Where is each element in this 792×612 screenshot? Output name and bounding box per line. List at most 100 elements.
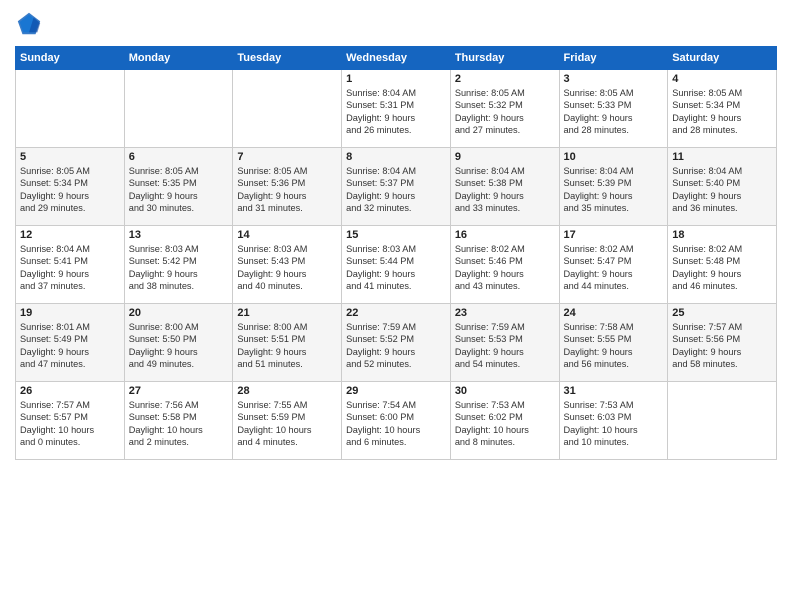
weekday-thursday: Thursday — [450, 47, 559, 70]
day-number: 4 — [672, 73, 772, 85]
weekday-friday: Friday — [559, 47, 668, 70]
day-info: Sunrise: 8:00 AM Sunset: 5:50 PM Dayligh… — [129, 321, 229, 371]
day-cell: 6Sunrise: 8:05 AM Sunset: 5:35 PM Daylig… — [124, 148, 233, 226]
day-cell — [668, 382, 777, 460]
day-info: Sunrise: 7:59 AM Sunset: 5:53 PM Dayligh… — [455, 321, 555, 371]
day-cell: 30 Sunrise: 7:53 AM Sunset: 6:02 PM Dayli… — [450, 382, 559, 460]
day-number: 29 — [346, 385, 446, 397]
day-cell: 4 Sunrise: 8:05 AM Sunset: 5:34 PM Daylig… — [668, 70, 777, 148]
day-cell: 26 Sunrise: 7:57 AM Sunset: 5:57 PM Dayli… — [16, 382, 125, 460]
day-cell: 16Sunrise: 8:02 AM Sunset: 5:46 PM Dayli… — [450, 226, 559, 304]
day-info: Sunrise: 8:04 AM Sunset: 5:31 PM Dayligh… — [346, 87, 446, 137]
day-info: Sunrise: 8:01 AM Sunset: 5:49 PM Dayligh… — [20, 321, 120, 371]
day-number: 23 — [455, 307, 555, 319]
day-number: 5 — [20, 151, 120, 163]
day-cell: 10Sunrise: 8:04 AM Sunset: 5:39 PM Dayli… — [559, 148, 668, 226]
day-info: Sunrise: 8:05 AM Sunset: 5:32 PM Dayligh… — [455, 87, 555, 137]
day-cell — [16, 70, 125, 148]
day-number: 7 — [237, 151, 337, 163]
day-cell: 15 Sunrise: 8:03 AM Sunset: 5:44 PM Dayli… — [342, 226, 451, 304]
day-info: Sunrise: 8:05 AM Sunset: 5:36 PM Dayligh… — [237, 165, 337, 215]
day-cell: 20 Sunrise: 8:00 AM Sunset: 5:50 PM Dayli… — [124, 304, 233, 382]
day-cell: 2 Sunrise: 8:05 AM Sunset: 5:32 PM Daylig… — [450, 70, 559, 148]
day-info: Sunrise: 7:53 AM Sunset: 6:03 PM Dayligh… — [564, 399, 664, 449]
day-info: Sunrise: 8:04 AM Sunset: 5:40 PM Dayligh… — [672, 165, 772, 215]
day-number: 10 — [564, 151, 664, 163]
day-info: Sunrise: 7:54 AM Sunset: 6:00 PM Dayligh… — [346, 399, 446, 449]
day-number: 14 — [237, 229, 337, 241]
calendar: SundayMondayTuesdayWednesdayThursdayFrid… — [15, 46, 777, 460]
day-info: Sunrise: 8:05 AM Sunset: 5:33 PM Dayligh… — [564, 87, 664, 137]
day-cell: 7 Sunrise: 8:05 AM Sunset: 5:36 PM Daylig… — [233, 148, 342, 226]
day-info: Sunrise: 8:05 AM Sunset: 5:34 PM Dayligh… — [20, 165, 120, 215]
day-info: Sunrise: 8:02 AM Sunset: 5:47 PM Dayligh… — [564, 243, 664, 293]
day-number: 6 — [129, 151, 229, 163]
day-info: Sunrise: 7:53 AM Sunset: 6:02 PM Dayligh… — [455, 399, 555, 449]
logo — [15, 10, 47, 38]
weekday-saturday: Saturday — [668, 47, 777, 70]
day-number: 26 — [20, 385, 120, 397]
day-number: 11 — [672, 151, 772, 163]
logo-icon — [15, 10, 43, 38]
day-cell: 29 Sunrise: 7:54 AM Sunset: 6:00 PM Dayli… — [342, 382, 451, 460]
day-number: 8 — [346, 151, 446, 163]
day-info: Sunrise: 7:59 AM Sunset: 5:52 PM Dayligh… — [346, 321, 446, 371]
day-info: Sunrise: 8:05 AM Sunset: 5:34 PM Dayligh… — [672, 87, 772, 137]
day-cell: 14Sunrise: 8:03 AM Sunset: 5:43 PM Dayli… — [233, 226, 342, 304]
day-info: Sunrise: 8:04 AM Sunset: 5:37 PM Dayligh… — [346, 165, 446, 215]
day-number: 18 — [672, 229, 772, 241]
day-cell: 13 Sunrise: 8:03 AM Sunset: 5:42 PM Dayli… — [124, 226, 233, 304]
day-cell: 11 Sunrise: 8:04 AM Sunset: 5:40 PM Dayli… — [668, 148, 777, 226]
day-cell — [233, 70, 342, 148]
day-info: Sunrise: 7:57 AM Sunset: 5:56 PM Dayligh… — [672, 321, 772, 371]
weekday-monday: Monday — [124, 47, 233, 70]
day-number: 21 — [237, 307, 337, 319]
header — [15, 10, 777, 38]
day-number: 27 — [129, 385, 229, 397]
day-number: 16 — [455, 229, 555, 241]
day-info: Sunrise: 8:04 AM Sunset: 5:38 PM Dayligh… — [455, 165, 555, 215]
day-cell: 23 Sunrise: 7:59 AM Sunset: 5:53 PM Dayli… — [450, 304, 559, 382]
day-cell: 3 Sunrise: 8:05 AM Sunset: 5:33 PM Daylig… — [559, 70, 668, 148]
day-info: Sunrise: 8:00 AM Sunset: 5:51 PM Dayligh… — [237, 321, 337, 371]
day-info: Sunrise: 8:02 AM Sunset: 5:48 PM Dayligh… — [672, 243, 772, 293]
day-cell: 12 Sunrise: 8:04 AM Sunset: 5:41 PM Dayli… — [16, 226, 125, 304]
week-row-2: 5 Sunrise: 8:05 AM Sunset: 5:34 PM Daylig… — [16, 148, 777, 226]
day-cell: 1 Sunrise: 8:04 AM Sunset: 5:31 PM Daylig… — [342, 70, 451, 148]
day-cell: 31 Sunrise: 7:53 AM Sunset: 6:03 PM Dayli… — [559, 382, 668, 460]
day-info: Sunrise: 8:03 AM Sunset: 5:42 PM Dayligh… — [129, 243, 229, 293]
day-cell: 18 Sunrise: 8:02 AM Sunset: 5:48 PM Dayli… — [668, 226, 777, 304]
day-cell: 19 Sunrise: 8:01 AM Sunset: 5:49 PM Dayli… — [16, 304, 125, 382]
weekday-sunday: Sunday — [16, 47, 125, 70]
day-number: 15 — [346, 229, 446, 241]
day-number: 1 — [346, 73, 446, 85]
day-number: 12 — [20, 229, 120, 241]
day-cell: 27Sunrise: 7:56 AM Sunset: 5:58 PM Dayli… — [124, 382, 233, 460]
day-info: Sunrise: 7:57 AM Sunset: 5:57 PM Dayligh… — [20, 399, 120, 449]
weekday-wednesday: Wednesday — [342, 47, 451, 70]
day-number: 20 — [129, 307, 229, 319]
day-number: 2 — [455, 73, 555, 85]
day-cell: 28Sunrise: 7:55 AM Sunset: 5:59 PM Dayli… — [233, 382, 342, 460]
day-info: Sunrise: 8:04 AM Sunset: 5:41 PM Dayligh… — [20, 243, 120, 293]
day-number: 25 — [672, 307, 772, 319]
day-info: Sunrise: 7:55 AM Sunset: 5:59 PM Dayligh… — [237, 399, 337, 449]
weekday-tuesday: Tuesday — [233, 47, 342, 70]
day-number: 13 — [129, 229, 229, 241]
day-number: 31 — [564, 385, 664, 397]
day-number: 30 — [455, 385, 555, 397]
day-info: Sunrise: 8:03 AM Sunset: 5:44 PM Dayligh… — [346, 243, 446, 293]
week-row-4: 19 Sunrise: 8:01 AM Sunset: 5:49 PM Dayli… — [16, 304, 777, 382]
day-number: 9 — [455, 151, 555, 163]
day-cell: 22 Sunrise: 7:59 AM Sunset: 5:52 PM Dayli… — [342, 304, 451, 382]
day-cell: 5 Sunrise: 8:05 AM Sunset: 5:34 PM Daylig… — [16, 148, 125, 226]
day-number: 19 — [20, 307, 120, 319]
week-row-5: 26 Sunrise: 7:57 AM Sunset: 5:57 PM Dayli… — [16, 382, 777, 460]
day-number: 3 — [564, 73, 664, 85]
weekday-header-row: SundayMondayTuesdayWednesdayThursdayFrid… — [16, 47, 777, 70]
week-row-1: 1 Sunrise: 8:04 AM Sunset: 5:31 PM Daylig… — [16, 70, 777, 148]
day-cell: 17Sunrise: 8:02 AM Sunset: 5:47 PM Dayli… — [559, 226, 668, 304]
day-number: 24 — [564, 307, 664, 319]
day-cell: 21 Sunrise: 8:00 AM Sunset: 5:51 PM Dayli… — [233, 304, 342, 382]
day-number: 22 — [346, 307, 446, 319]
